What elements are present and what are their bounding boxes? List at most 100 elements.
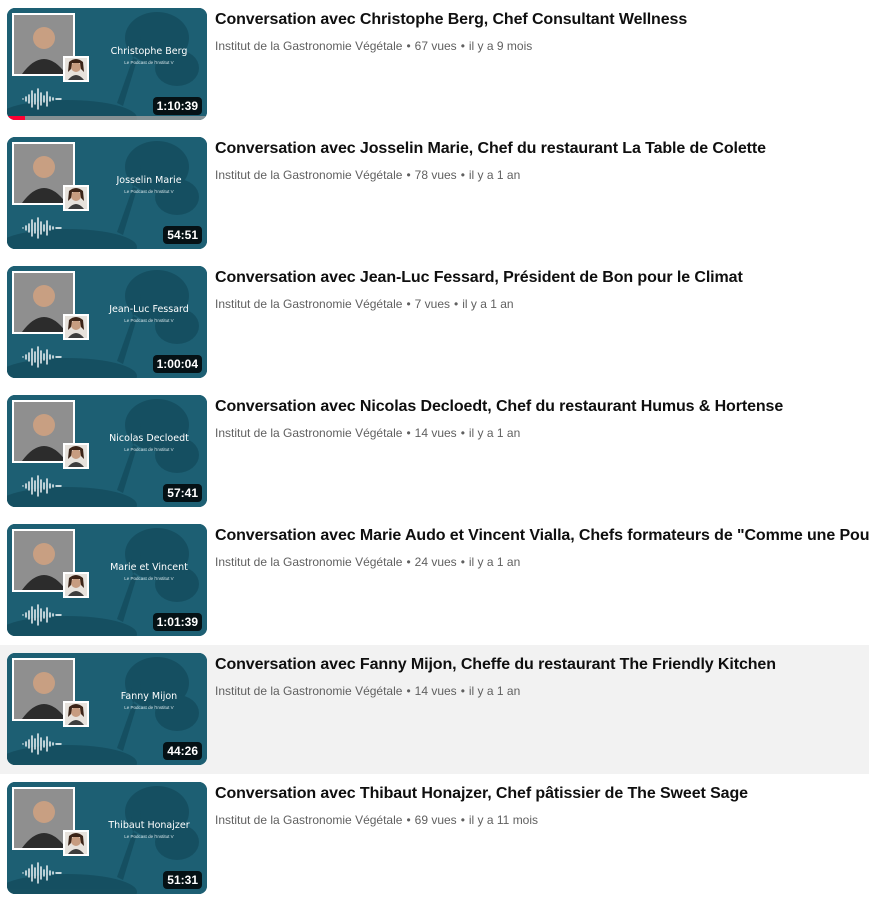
channel-name[interactable]: Institut de la Gastronomie Végétale [215, 684, 402, 698]
thumbnail-podcast-label: Le Podcast de l'Institut V [124, 834, 174, 839]
thumbnail-podcast-label: Le Podcast de l'Institut V [124, 447, 174, 452]
separator-dot: • [406, 684, 411, 698]
upload-age: il y a 9 mois [468, 39, 533, 53]
view-count: 69 vues [414, 813, 457, 827]
separator-dot: • [460, 168, 465, 182]
host-photo [63, 701, 89, 727]
video-title[interactable]: Conversation avec Christophe Berg, Chef … [215, 10, 863, 30]
duration-badge: 1:00:04 [152, 355, 202, 373]
thumbnail-guest-name: Christophe Berg [110, 46, 188, 57]
video-meta: Conversation avec Thibaut Honajzer, Chef… [215, 784, 863, 827]
separator-dot: • [406, 297, 411, 311]
host-photo [63, 56, 89, 82]
video-meta: Conversation avec Marie Audo et Vincent … [215, 526, 869, 569]
thumbnail-podcast-label: Le Podcast de l'Institut V [124, 189, 174, 194]
host-photo [63, 185, 89, 211]
host-photo [63, 314, 89, 340]
separator-dot: • [460, 813, 465, 827]
audio-wave-icon [22, 217, 62, 239]
video-subline: Institut de la Gastronomie Végétale • 14 v… [215, 426, 863, 440]
video-thumbnail[interactable]: Nicolas Decloedt Le Podcast de l'Institu… [7, 395, 207, 507]
thumbnail-guest-name: Thibaut Honajzer [108, 820, 190, 831]
video-title[interactable]: Conversation avec Thibaut Honajzer, Chef… [215, 784, 863, 804]
video-meta: Conversation avec Christophe Berg, Chef … [215, 10, 863, 53]
separator-dot: • [460, 39, 465, 53]
thumbnail-guest-name: Nicolas Decloedt [109, 433, 189, 444]
video-subline: Institut de la Gastronomie Végétale • 69 v… [215, 813, 863, 827]
video-item[interactable]: Jean-Luc Fessard Le Podcast de l'Institu… [0, 258, 869, 387]
separator-dot: • [460, 426, 465, 440]
thumbnail-podcast-label: Le Podcast de l'Institut V [124, 576, 174, 581]
watch-progress-bar [7, 116, 25, 120]
video-title[interactable]: Conversation avec Jean-Luc Fessard, Prés… [215, 268, 863, 288]
separator-dot: • [406, 426, 411, 440]
video-thumbnail[interactable]: Josselin Marie Le Podcast de l'Institut … [7, 137, 207, 249]
video-meta: Conversation avec Jean-Luc Fessard, Prés… [215, 268, 863, 311]
audio-wave-icon [22, 475, 62, 497]
duration-badge: 1:01:39 [152, 613, 202, 631]
video-list: Christophe Berg Le Podcast de l'Institut… [0, 0, 869, 903]
video-item[interactable]: Josselin Marie Le Podcast de l'Institut … [0, 129, 869, 258]
video-title[interactable]: Conversation avec Nicolas Decloedt, Chef… [215, 397, 863, 417]
duration-badge: 51:31 [163, 871, 202, 889]
host-photo [63, 572, 89, 598]
channel-name[interactable]: Institut de la Gastronomie Végétale [215, 39, 402, 53]
view-count: 14 vues [414, 426, 457, 440]
thumbnail-podcast-label: Le Podcast de l'Institut V [124, 60, 174, 65]
channel-name[interactable]: Institut de la Gastronomie Végétale [215, 555, 402, 569]
video-subline: Institut de la Gastronomie Végétale • 14 v… [215, 684, 863, 698]
upload-age: il y a 1 an [468, 168, 521, 182]
video-thumbnail[interactable]: Marie et Vincent Le Podcast de l'Institu… [7, 524, 207, 636]
video-title[interactable]: Conversation avec Marie Audo et Vincent … [215, 526, 869, 546]
upload-age: il y a 1 an [468, 684, 521, 698]
audio-wave-icon [22, 88, 62, 110]
channel-name[interactable]: Institut de la Gastronomie Végétale [215, 168, 402, 182]
separator-dot: • [406, 813, 411, 827]
audio-wave-icon [22, 604, 62, 626]
video-thumbnail[interactable]: Fanny Mijon Le Podcast de l'Institut V 4… [7, 653, 207, 765]
upload-age: il y a 1 an [462, 297, 514, 311]
video-item[interactable]: Thibaut Honajzer Le Podcast de l'Institu… [0, 774, 869, 903]
video-item[interactable]: Nicolas Decloedt Le Podcast de l'Institu… [0, 387, 869, 516]
video-item[interactable]: Marie et Vincent Le Podcast de l'Institu… [0, 516, 869, 645]
upload-age: il y a 1 an [468, 555, 521, 569]
host-photo [63, 830, 89, 856]
video-item[interactable]: Christophe Berg Le Podcast de l'Institut… [0, 0, 869, 129]
video-meta: Conversation avec Fanny Mijon, Cheffe du… [215, 655, 863, 698]
video-title[interactable]: Conversation avec Josselin Marie, Chef d… [215, 139, 863, 159]
view-count: 67 vues [414, 39, 457, 53]
channel-name[interactable]: Institut de la Gastronomie Végétale [215, 297, 402, 311]
video-subline: Institut de la Gastronomie Végétale • 7 vu… [215, 297, 863, 311]
video-title[interactable]: Conversation avec Fanny Mijon, Cheffe du… [215, 655, 863, 675]
separator-dot: • [460, 684, 465, 698]
duration-badge: 1:10:39 [152, 97, 202, 115]
channel-name[interactable]: Institut de la Gastronomie Végétale [215, 813, 402, 827]
video-thumbnail[interactable]: Christophe Berg Le Podcast de l'Institut… [7, 8, 207, 120]
video-subline: Institut de la Gastronomie Végétale • 67 v… [215, 39, 863, 53]
audio-wave-icon [22, 733, 62, 755]
progress-track [7, 116, 207, 120]
thumbnail-guest-name: Marie et Vincent [110, 562, 188, 573]
thumbnail-guest-name: Jean-Luc Fessard [109, 304, 189, 315]
video-thumbnail[interactable]: Jean-Luc Fessard Le Podcast de l'Institu… [7, 266, 207, 378]
audio-wave-icon [22, 346, 62, 368]
duration-badge: 54:51 [163, 226, 202, 244]
video-subline: Institut de la Gastronomie Végétale • 24 v… [215, 555, 863, 569]
view-count: 7 vues [414, 297, 451, 311]
thumbnail-podcast-label: Le Podcast de l'Institut V [124, 318, 174, 323]
upload-age: il y a 11 mois [468, 813, 539, 827]
thumbnail-guest-name: Fanny Mijon [120, 691, 178, 702]
thumbnail-guest-name: Josselin Marie [116, 175, 182, 186]
separator-dot: • [460, 555, 465, 569]
view-count: 14 vues [414, 684, 457, 698]
thumbnail-podcast-label: Le Podcast de l'Institut V [124, 705, 174, 710]
view-count: 24 vues [414, 555, 457, 569]
view-count: 78 vues [414, 168, 457, 182]
duration-badge: 57:41 [163, 484, 202, 502]
channel-name[interactable]: Institut de la Gastronomie Végétale [215, 426, 402, 440]
video-thumbnail[interactable]: Thibaut Honajzer Le Podcast de l'Institu… [7, 782, 207, 894]
separator-dot: • [454, 297, 459, 311]
video-item[interactable]: Fanny Mijon Le Podcast de l'Institut V 4… [0, 645, 869, 774]
video-meta: Conversation avec Nicolas Decloedt, Chef… [215, 397, 863, 440]
video-meta: Conversation avec Josselin Marie, Chef d… [215, 139, 863, 182]
